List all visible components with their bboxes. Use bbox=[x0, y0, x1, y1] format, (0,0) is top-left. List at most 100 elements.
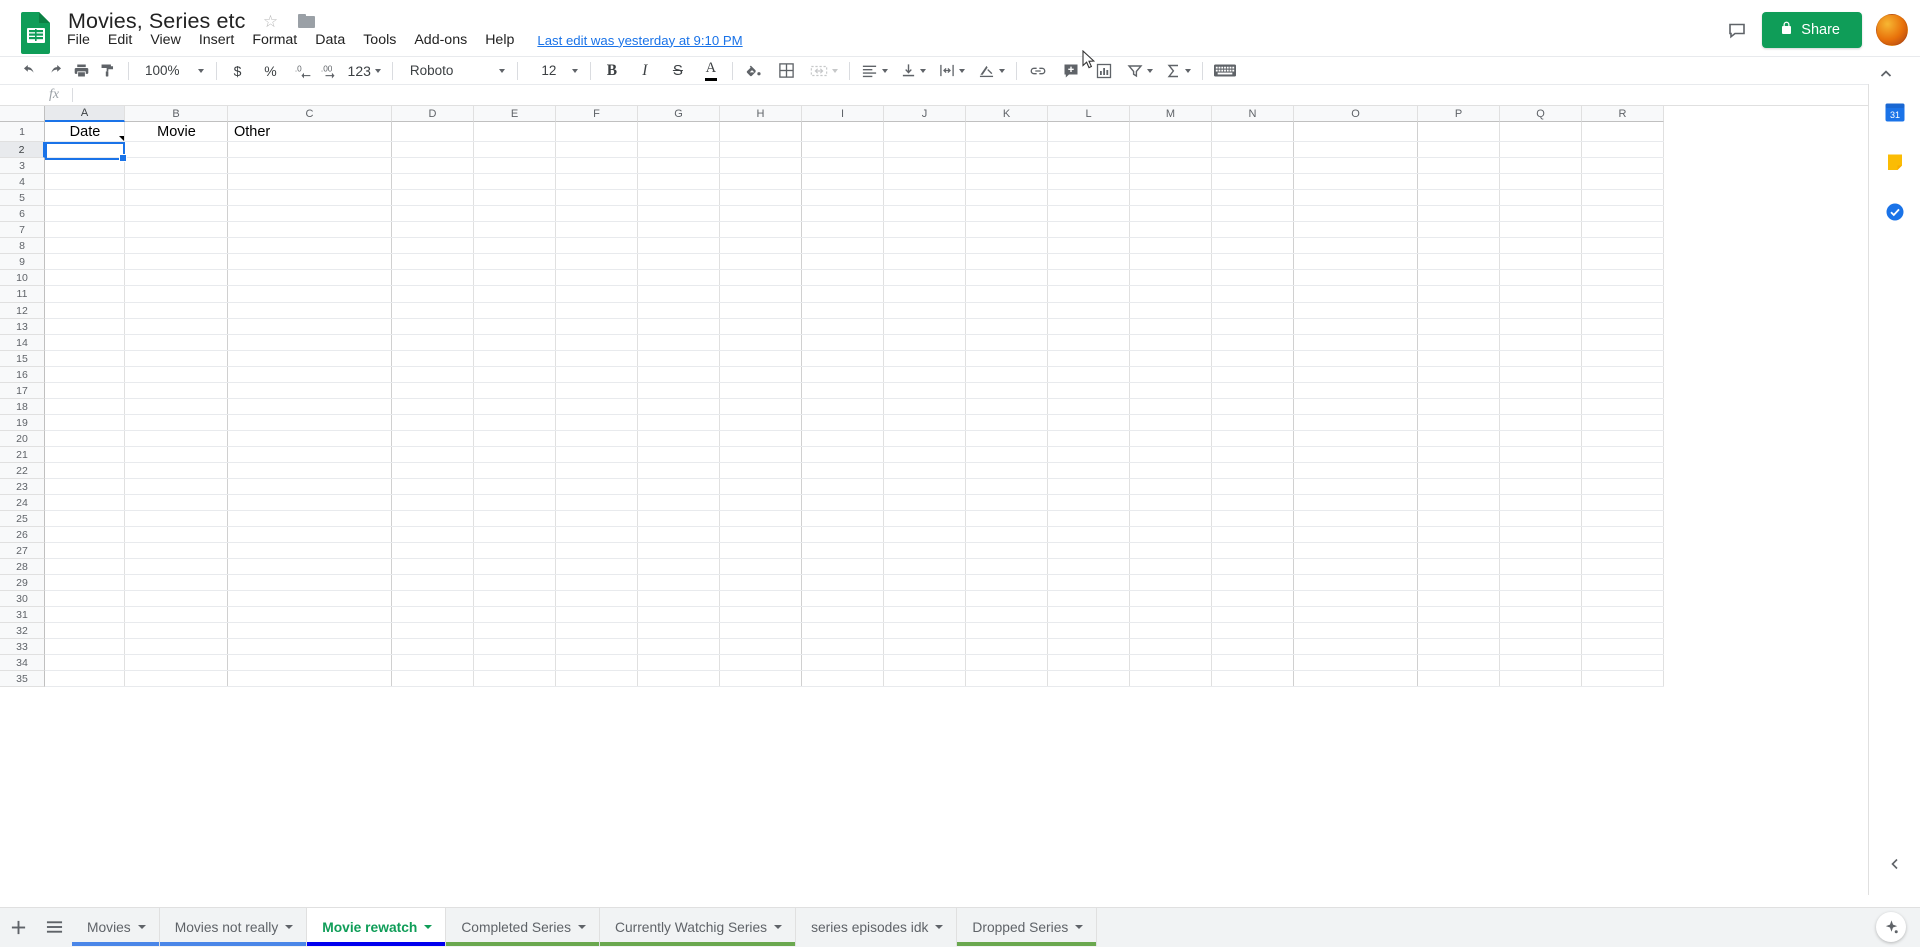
row-header-5[interactable]: 5 bbox=[0, 190, 45, 206]
menu-insert[interactable]: Insert bbox=[190, 30, 243, 50]
filter-icon[interactable] bbox=[1124, 58, 1156, 84]
column-header-i[interactable]: I bbox=[802, 106, 884, 122]
row-header-2[interactable]: 2 bbox=[0, 142, 45, 158]
decrease-decimal-button[interactable]: .0 bbox=[291, 58, 317, 84]
row-header-17[interactable]: 17 bbox=[0, 383, 45, 399]
sheet-tab-currently-watchig-series[interactable]: Currently Watchig Series bbox=[599, 908, 797, 946]
row-header-13[interactable]: 13 bbox=[0, 319, 45, 335]
zoom-selector[interactable]: 100% bbox=[137, 60, 208, 81]
column-header-d[interactable]: D bbox=[392, 106, 474, 122]
share-button[interactable]: Share bbox=[1762, 12, 1862, 48]
row-header-34[interactable]: 34 bbox=[0, 655, 45, 671]
sheet-tab-movie-rewatch[interactable]: Movie rewatch bbox=[307, 908, 447, 946]
row-header-27[interactable]: 27 bbox=[0, 543, 45, 559]
calendar-icon[interactable]: 31 bbox=[1881, 98, 1909, 126]
row-header-28[interactable]: 28 bbox=[0, 559, 45, 575]
row-header-6[interactable]: 6 bbox=[0, 206, 45, 222]
all-sheets-list-icon[interactable] bbox=[36, 908, 72, 946]
row-header-3[interactable]: 3 bbox=[0, 158, 45, 174]
sheet-tab-completed-series[interactable]: Completed Series bbox=[446, 908, 600, 946]
print-icon[interactable] bbox=[68, 58, 94, 84]
sheet-tab-menu-chevron-icon[interactable] bbox=[424, 925, 433, 929]
row-header-7[interactable]: 7 bbox=[0, 222, 45, 238]
menu-format[interactable]: Format bbox=[243, 30, 306, 50]
menu-view[interactable]: View bbox=[141, 30, 190, 50]
row-header-11[interactable]: 11 bbox=[0, 286, 45, 303]
row-header-30[interactable]: 30 bbox=[0, 591, 45, 607]
sheet-tab-menu-chevron-icon[interactable] bbox=[1075, 925, 1084, 929]
row-header-33[interactable]: 33 bbox=[0, 639, 45, 655]
increase-decimal-button[interactable]: .00 bbox=[317, 58, 345, 84]
fill-color-icon[interactable] bbox=[741, 58, 767, 84]
bold-button[interactable]: B bbox=[599, 58, 625, 84]
name-box[interactable] bbox=[0, 84, 36, 106]
comment-icon[interactable] bbox=[1720, 13, 1754, 47]
sheet-tab-menu-chevron-icon[interactable] bbox=[935, 925, 944, 929]
menu-edit[interactable]: Edit bbox=[99, 30, 141, 50]
row-header-16[interactable]: 16 bbox=[0, 367, 45, 383]
row-header-4[interactable]: 4 bbox=[0, 174, 45, 190]
redo-icon[interactable] bbox=[42, 58, 68, 84]
spreadsheet-grid[interactable]: ABCDEFGHIJKLMNOPQR 1 2 3 4 5 6 7 8 9 10 11 12 13 14 15… bbox=[0, 106, 1920, 731]
row-header-10[interactable]: 10 bbox=[0, 270, 45, 286]
vertical-align-icon[interactable] bbox=[898, 58, 929, 84]
column-header-q[interactable]: Q bbox=[1500, 106, 1582, 122]
font-size-selector[interactable]: 12 bbox=[526, 60, 582, 81]
text-color-button[interactable]: A bbox=[698, 58, 724, 84]
row-header-1[interactable]: 1 bbox=[0, 122, 45, 142]
percent-format-button[interactable]: % bbox=[258, 58, 284, 84]
row-header-8[interactable]: 8 bbox=[0, 238, 45, 254]
menu-file[interactable]: File bbox=[58, 30, 99, 50]
sheet-tab-menu-chevron-icon[interactable] bbox=[774, 925, 783, 929]
row-header-23[interactable]: 23 bbox=[0, 479, 45, 495]
row-header-15[interactable]: 15 bbox=[0, 351, 45, 367]
sheet-tab-movies-not-really[interactable]: Movies not really bbox=[159, 908, 308, 946]
row-header-20[interactable]: 20 bbox=[0, 431, 45, 447]
column-header-b[interactable]: B bbox=[125, 106, 228, 122]
menu-tools[interactable]: Tools bbox=[354, 30, 405, 50]
add-sheet-plus-icon[interactable] bbox=[0, 908, 36, 946]
row-header-25[interactable]: 25 bbox=[0, 511, 45, 527]
more-formats-button[interactable]: 123 bbox=[345, 58, 384, 84]
row-header-14[interactable]: 14 bbox=[0, 335, 45, 351]
input-tools-keyboard-icon[interactable] bbox=[1211, 58, 1239, 84]
undo-icon[interactable] bbox=[16, 58, 42, 84]
merge-cells-icon[interactable] bbox=[807, 58, 841, 84]
strikethrough-button[interactable]: S bbox=[665, 58, 691, 84]
functions-sigma-icon[interactable] bbox=[1163, 58, 1194, 84]
paint-format-icon[interactable] bbox=[94, 58, 120, 84]
formula-input[interactable] bbox=[73, 84, 1920, 106]
text-rotation-icon[interactable] bbox=[975, 58, 1008, 84]
insert-chart-icon[interactable] bbox=[1091, 58, 1117, 84]
row-header-19[interactable]: 19 bbox=[0, 415, 45, 431]
explore-icon[interactable] bbox=[1876, 912, 1906, 942]
menu-help[interactable]: Help bbox=[476, 30, 523, 50]
row-header-9[interactable]: 9 bbox=[0, 254, 45, 270]
column-header-l[interactable]: L bbox=[1048, 106, 1130, 122]
sheet-tab-menu-chevron-icon[interactable] bbox=[285, 925, 294, 929]
column-header-e[interactable]: E bbox=[474, 106, 556, 122]
insert-comment-icon[interactable] bbox=[1058, 58, 1084, 84]
row-header-12[interactable]: 12 bbox=[0, 303, 45, 319]
row-header-21[interactable]: 21 bbox=[0, 447, 45, 463]
menu-addons[interactable]: Add-ons bbox=[405, 30, 476, 50]
row-header-32[interactable]: 32 bbox=[0, 623, 45, 639]
italic-button[interactable]: I bbox=[632, 58, 658, 84]
row-header-18[interactable]: 18 bbox=[0, 399, 45, 415]
column-header-k[interactable]: K bbox=[966, 106, 1048, 122]
column-header-o[interactable]: O bbox=[1294, 106, 1418, 122]
sheet-tab-menu-chevron-icon[interactable] bbox=[577, 925, 586, 929]
tasks-icon[interactable] bbox=[1881, 198, 1909, 226]
borders-icon[interactable] bbox=[774, 58, 800, 84]
column-header-g[interactable]: G bbox=[638, 106, 720, 122]
sheet-tab-movies[interactable]: Movies bbox=[72, 908, 160, 946]
expand-side-panel-icon[interactable] bbox=[1882, 851, 1908, 877]
sheet-tab-series-episodes-idk[interactable]: series episodes idk bbox=[796, 908, 958, 946]
column-header-m[interactable]: M bbox=[1130, 106, 1212, 122]
last-edit-link[interactable]: Last edit was yesterday at 9:10 PM bbox=[537, 33, 742, 48]
menu-data[interactable]: Data bbox=[306, 30, 354, 50]
row-header-31[interactable]: 31 bbox=[0, 607, 45, 623]
collapse-toolbar-chevron-icon[interactable] bbox=[1874, 62, 1898, 86]
user-avatar[interactable] bbox=[1876, 14, 1908, 46]
row-header-29[interactable]: 29 bbox=[0, 575, 45, 591]
